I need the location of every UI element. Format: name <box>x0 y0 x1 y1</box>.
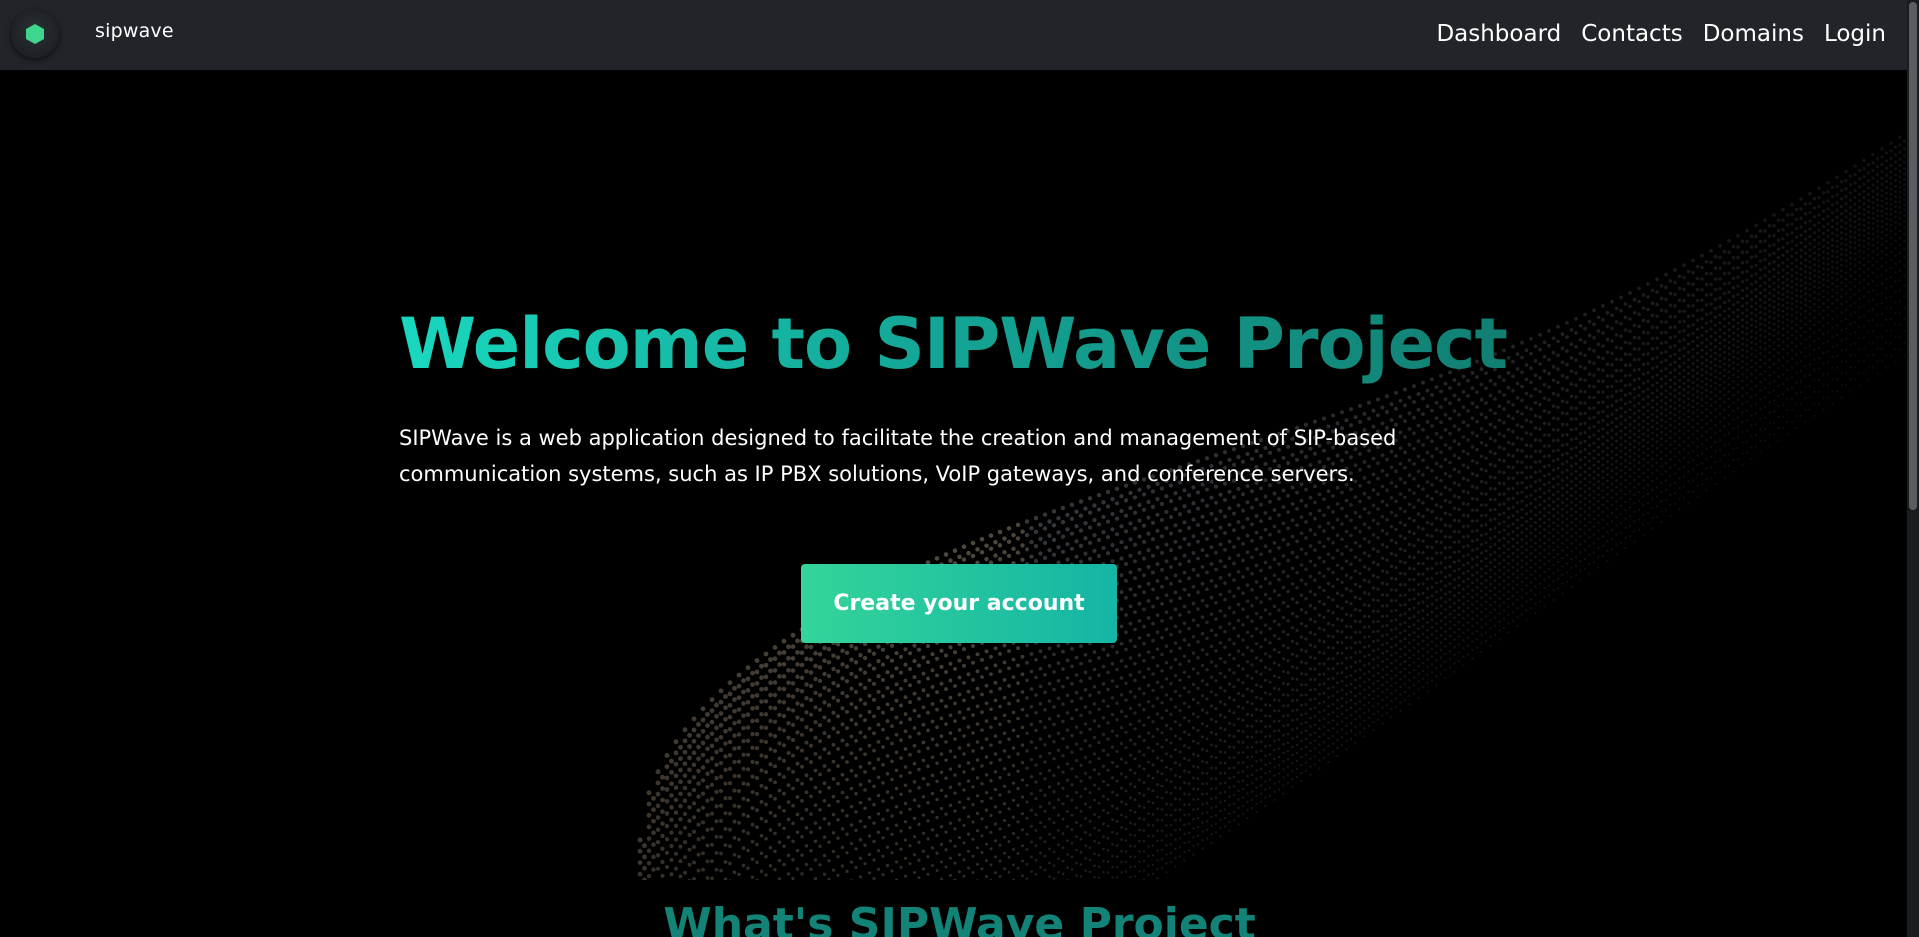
hero-section: Welcome to SIPWave Project SIPWave is a … <box>0 70 1907 880</box>
nav-dashboard-link[interactable]: Dashboard <box>1426 18 1571 50</box>
brand-name[interactable]: sipwave <box>95 20 174 42</box>
main-nav: Dashboard Contacts Domains Login <box>1426 18 1896 50</box>
scrollbar-thumb[interactable] <box>1909 2 1917 510</box>
create-account-button[interactable]: Create your account <box>801 564 1117 643</box>
hero-title: Welcome to SIPWave Project <box>399 303 1508 385</box>
page-scrollbar[interactable] <box>1907 0 1919 937</box>
page: sipwave Dashboard Contacts Domains Login… <box>0 0 1919 937</box>
top-navbar: sipwave Dashboard Contacts Domains Login <box>0 0 1907 70</box>
section-title-whats-sipwave: What's SIPWave Project <box>663 899 1256 937</box>
hero-description: SIPWave is a web application designed to… <box>399 426 1397 486</box>
nav-login-link[interactable]: Login <box>1814 18 1896 50</box>
nav-domains-link[interactable]: Domains <box>1693 18 1814 50</box>
nav-contacts-link[interactable]: Contacts <box>1571 18 1692 50</box>
hexagon-logo-icon <box>26 24 44 44</box>
logo-button[interactable] <box>11 10 59 58</box>
